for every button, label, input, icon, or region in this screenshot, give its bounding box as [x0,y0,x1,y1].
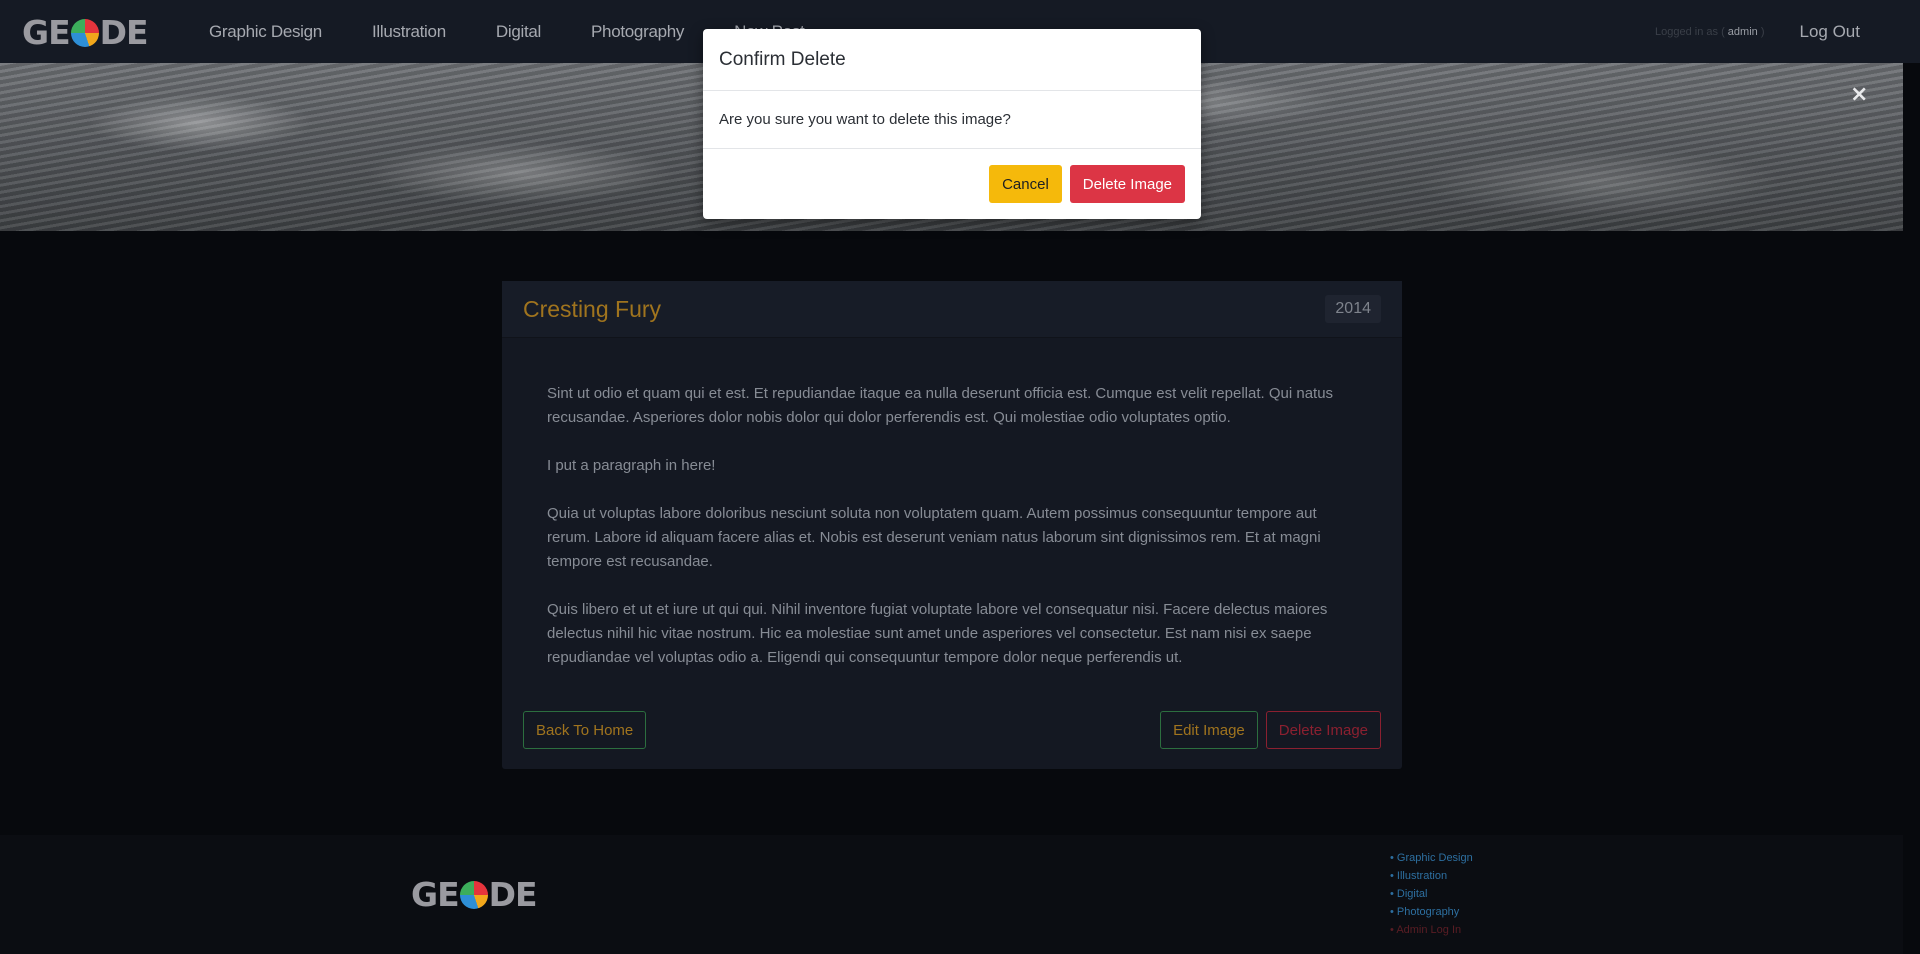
back-to-home-button[interactable]: Back To Home [523,711,647,749]
logged-in-status: Logged in as ( admin ) [1655,26,1764,38]
confirm-delete-button[interactable]: Delete Image [1069,165,1185,203]
nav-digital[interactable]: Digital [496,22,541,42]
confirm-delete-modal: Confirm Delete Are you sure you want to … [703,29,1201,219]
nav-graphic-design[interactable]: Graphic Design [209,22,322,42]
post-paragraph: Sint ut odio et quam qui et est. Et repu… [547,385,1334,426]
footer-logo-text-right: DE [488,875,538,914]
logo-text-left: GE [22,13,71,52]
footer-logo[interactable]: GE DE [411,875,538,914]
post-card-header: Cresting Fury 2014 [502,281,1402,338]
logout-link[interactable]: Log Out [1800,22,1861,42]
logged-in-close-paren: ) [1760,25,1765,38]
site-logo[interactable]: GE DE [22,13,149,52]
footer-link-graphic-design[interactable]: Graphic Design [1390,849,1473,867]
logged-in-username: admin [1727,25,1758,38]
footer-link-admin-login[interactable]: Admin Log In [1390,921,1473,939]
logo-text-right: DE [99,13,149,52]
footer-link-digital[interactable]: Digital [1390,885,1473,903]
logo-orb-icon [70,18,99,47]
post-body: Sint ut odio et quam qui et est. Et repu… [502,338,1402,670]
modal-message: Are you sure you want to delete this ima… [719,111,1011,128]
footer-logo-text-left: GE [411,875,460,914]
nav-illustration[interactable]: Illustration [372,22,446,42]
nav-photography[interactable]: Photography [591,22,684,42]
modal-footer: Cancel Delete Image [703,149,1201,219]
modal-header: Confirm Delete [703,29,1201,91]
nav-user-area: Logged in as ( admin ) Log Out [1655,0,1860,63]
cancel-button[interactable]: Cancel [989,165,1062,203]
post-title: Cresting Fury [523,295,662,322]
logged-in-label: Logged in as ( [1655,25,1725,38]
edit-image-button[interactable]: Edit Image [1160,711,1258,749]
post-year-badge: 2014 [1325,295,1381,323]
post-actions: Back To Home Edit Image Delete Image [523,711,1381,749]
post-paragraph: Quia ut voluptas labore doloribus nesciu… [547,505,1321,570]
post-paragraph: Quis libero et ut et iure ut qui qui. Ni… [547,601,1328,666]
close-icon[interactable]: × [1850,82,1868,107]
modal-title: Confirm Delete [719,48,846,70]
footer-link-illustration[interactable]: Illustration [1390,867,1473,885]
page-scrollbar[interactable] [1903,63,1920,954]
delete-image-button[interactable]: Delete Image [1265,711,1381,749]
footer-logo-orb-icon [459,880,488,909]
post-paragraph: I put a paragraph in here! [547,457,716,474]
post-card: Cresting Fury 2014 Sint ut odio et quam … [502,281,1402,769]
footer-links: Graphic Design Illustration Digital Phot… [1390,849,1473,939]
site-footer: GE DE Graphic Design Illustration Digital… [0,835,1903,954]
modal-body: Are you sure you want to delete this ima… [703,91,1201,149]
footer-link-photography[interactable]: Photography [1390,903,1473,921]
